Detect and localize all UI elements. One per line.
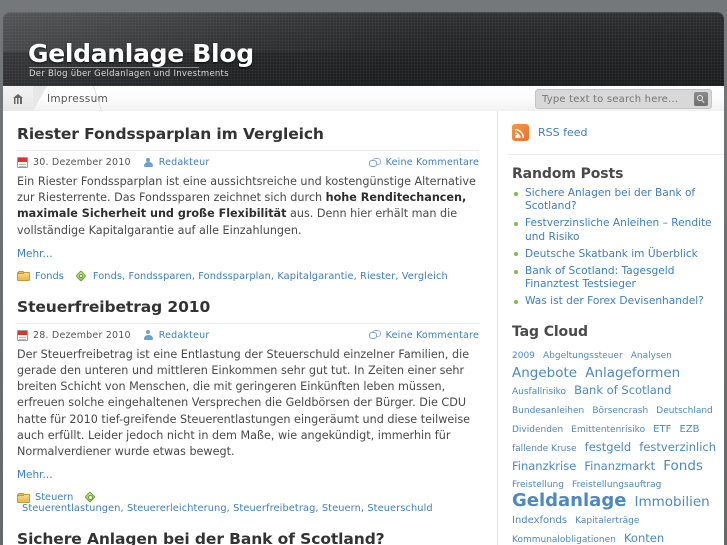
tag-icon (76, 271, 88, 282)
search-button[interactable] (694, 92, 708, 106)
tag-cloud-item[interactable]: Finanzmarkt (584, 459, 655, 473)
post-date: 28. Dezember 2010 (33, 329, 131, 341)
post-tags[interactable]: Fonds, Fondssparen, Fondssparplan, Kapit… (93, 271, 448, 282)
list-item[interactable]: Sichere Anlagen bei der Bank of Scotland… (512, 187, 724, 217)
post-footer: Fonds Fonds, Fondssparen, Fondssparplan,… (17, 271, 479, 282)
site-tagline: Der Blog über Geldanlagen und Investment… (29, 69, 229, 79)
list-item[interactable]: Festverzinsliche Anleihen – Rendite und … (512, 217, 724, 247)
post-more-link[interactable]: Mehr... (17, 469, 53, 481)
post-comments-link[interactable]: Keine Kommentare (368, 157, 479, 168)
nav-home-button[interactable] (3, 86, 33, 111)
tag-cloud-item[interactable]: Deutschland (656, 406, 712, 416)
tag-cloud: 2009 Abgeltungssteuer Analysen Angebote … (508, 345, 724, 545)
post-body-pre: Der Steuerfreibetrag ist eine Entlastung… (17, 347, 471, 459)
main-column: Riester Fondssparplan im Vergleich 30. D… (3, 111, 493, 545)
tag-cloud-item[interactable]: ETF (653, 424, 671, 435)
tag-cloud-item[interactable]: Kommunalobligationen (512, 535, 616, 545)
post-author[interactable]: Redakteur (159, 157, 210, 168)
main-navbar: Impressum (3, 86, 724, 112)
tag-cloud-heading: Tag Cloud (512, 323, 588, 340)
site-title[interactable]: Geldanlage Blog (28, 39, 254, 68)
post-tags[interactable]: Steuerentlastungen, Steuererleichterung,… (22, 503, 433, 514)
tag-cloud-item[interactable]: Emittentenrisiko (571, 425, 645, 435)
post-date: 30. Dezember 2010 (33, 157, 131, 168)
post-comments-label: Keine Kommentare (385, 329, 479, 341)
page-root: Geldanlage Blog Der Blog über Geldanlage… (0, 0, 727, 545)
tag-cloud-item[interactable]: fallende Kruse (512, 444, 577, 454)
post-body: Der Steuerfreibetrag ist eine Entlastung… (17, 345, 479, 460)
tag-cloud-item[interactable]: Freistellungsauftrag (572, 480, 661, 490)
calendar-icon (17, 329, 28, 341)
post-comments-label: Keine Kommentare (385, 157, 479, 168)
post-author[interactable]: Redakteur (159, 330, 210, 341)
tag-cloud-item[interactable]: Bank of Scotland (574, 383, 671, 397)
tag-cloud-item[interactable]: Freistellung (512, 480, 564, 490)
search-input[interactable] (536, 91, 688, 107)
tag-cloud-item[interactable]: festgeld (585, 440, 632, 454)
post-article: Riester Fondssparplan im Vergleich 30. D… (3, 111, 493, 282)
post-category[interactable]: Fonds (35, 271, 64, 282)
calendar-icon (17, 157, 28, 168)
tag-cloud-item[interactable]: Konten (624, 531, 664, 545)
title-underline (29, 67, 199, 68)
user-icon (143, 330, 154, 341)
comment-bubble-icon (368, 157, 381, 168)
tag-cloud-item[interactable]: Dividenden (512, 425, 563, 435)
post-title[interactable]: Sichere Anlagen bei der Bank of Scotland… (17, 516, 479, 545)
sidebar: RSS feed Random Posts Sichere Anlagen be… (508, 111, 724, 545)
tag-cloud-item[interactable]: EZB (679, 424, 699, 435)
tag-cloud-item[interactable]: Indexfonds (512, 515, 567, 526)
user-icon (143, 157, 154, 168)
tag-icon (85, 492, 97, 503)
tag-cloud-item[interactable]: Ausfallrisiko (512, 387, 566, 397)
tag-cloud-item[interactable]: Immobilien (635, 494, 710, 510)
post-footer: Steuern Steuerentlastungen, Steuererleic… (17, 492, 479, 514)
nav-separator-1 (33, 86, 47, 111)
post-meta: 30. Dezember 2010 Redakteur Keine Kommen… (17, 151, 479, 172)
post-article: Sichere Anlagen bei der Bank of Scotland… (3, 516, 493, 545)
tag-cloud-item[interactable]: festverzinlich (639, 440, 716, 454)
comment-bubble-icon (368, 330, 381, 340)
tag-cloud-item[interactable]: Anlageformen (585, 365, 680, 381)
tag-cloud-item[interactable]: Angebote (512, 365, 577, 381)
tag-cloud-item[interactable]: Bundesanleihen (512, 406, 584, 416)
post-title[interactable]: Steuerfreibetrag 2010 (17, 284, 479, 324)
random-posts-heading: Random Posts (512, 166, 624, 182)
search-box[interactable] (535, 89, 712, 109)
post-more-link[interactable]: Mehr... (17, 248, 53, 260)
folder-icon (17, 492, 30, 503)
tag-cloud-item[interactable]: Fonds (663, 458, 703, 474)
tag-cloud-item[interactable]: Finanzkrise (512, 459, 576, 473)
list-item[interactable]: Bank of Scotland: Tagesgeld Finanztest T… (512, 265, 724, 295)
post-body: Ein Riester Fondssparplan ist eine aussi… (17, 172, 479, 239)
rss-feed-label: RSS feed (538, 126, 588, 139)
list-item[interactable]: Was ist der Forex Devisenhandel? (512, 295, 724, 312)
post-article: Steuerfreibetrag 2010 28. Dezember 2010 … (3, 284, 493, 514)
tag-cloud-item[interactable]: 2009 (512, 351, 535, 361)
rss-icon (512, 124, 529, 141)
sidebar-divider (497, 111, 498, 545)
content-area: Riester Fondssparplan im Vergleich 30. D… (3, 111, 724, 545)
folder-icon (17, 271, 30, 282)
tag-cloud-item[interactable]: Börsencrash (592, 406, 648, 416)
rss-feed-link[interactable]: RSS feed (508, 111, 724, 155)
random-posts-list: Sichere Anlagen bei der Bank of Scotland… (508, 187, 724, 313)
tag-cloud-item[interactable]: Abgeltungssteuer (543, 351, 623, 361)
site-header: Geldanlage Blog Der Blog über Geldanlage… (3, 12, 724, 86)
tag-cloud-item[interactable]: Geldanlage (512, 490, 626, 511)
tag-cloud-item[interactable]: Kapitalerträge (575, 516, 639, 526)
magnifier-icon (697, 95, 705, 103)
nav-item-impressum[interactable]: Impressum (47, 86, 120, 111)
tag-cloud-item[interactable]: Analysen (631, 351, 672, 361)
post-title[interactable]: Riester Fondssparplan im Vergleich (17, 111, 479, 151)
list-item[interactable]: Deutsche Skatbank im Überblick (512, 248, 724, 265)
home-icon (12, 93, 24, 104)
post-category[interactable]: Steuern (35, 492, 73, 503)
post-meta: 28. Dezember 2010 Redakteur Keine Kommen… (17, 324, 479, 345)
post-comments-link[interactable]: Keine Kommentare (368, 329, 479, 341)
